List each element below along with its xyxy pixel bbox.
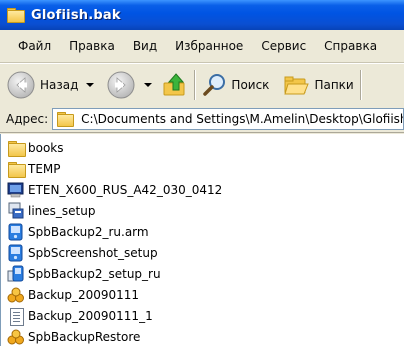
back-label: Назад [40,78,79,92]
file-name: SpbScreenshot_setup [28,246,158,260]
back-button[interactable]: Назад [6,68,95,102]
file-name: books [28,141,64,155]
list-item[interactable]: SpbScreenshot_setup [7,243,158,263]
list-item[interactable]: SpbBackup2_setup_ru [7,264,161,284]
list-item[interactable]: lines_setup [7,201,95,221]
search-button[interactable]: Поиск [202,68,269,102]
list-item[interactable]: TEMP [7,159,61,179]
menu-help[interactable]: Справка [324,39,377,53]
backup-icon [7,328,25,346]
back-arrow-icon [7,71,35,99]
spb-setup-icon [7,265,25,283]
backup-icon [7,286,25,304]
menu-view[interactable]: Вид [133,39,157,53]
installer-icon [7,202,25,220]
chevron-down-icon[interactable] [144,83,153,87]
address-path: C:\Documents and Settings\M.Amelin\Deskt… [81,112,404,126]
menu-edit[interactable]: Правка [69,39,115,53]
folder-icon [7,8,25,23]
menu-bar: Файл Правка Вид Избранное Сервис Справка [0,30,404,63]
list-item[interactable]: SpbBackupRestore [7,327,140,346]
search-icon [203,74,226,96]
list-item[interactable]: Backup_20090111 [7,285,139,305]
folder-icon [7,160,26,178]
file-list: books TEMP ETEN_X600_RUS_A42_030_0412 li… [0,134,404,346]
folder-up-icon [163,73,185,96]
folder-icon [57,111,75,127]
menu-favorites[interactable]: Избранное [175,39,243,53]
toolbar: Назад Поиск Папки [0,63,404,107]
folders-icon [284,76,310,95]
list-item[interactable]: Backup_20090111_1 [7,306,153,326]
address-label: Адрес: [6,112,49,126]
window-title: Glofiish.bak [31,7,121,23]
file-name: SpbBackupRestore [28,330,141,344]
file-name: ETEN_X600_RUS_A42_030_0412 [28,183,223,197]
forward-arrow-icon [107,71,135,99]
address-bar: Адрес: C:\Documents and Settings\M.Ameli… [0,106,404,133]
list-item[interactable]: SpbBackup2_ru.arm [7,222,149,242]
file-name: Backup_20090111_1 [28,309,153,323]
file-name: TEMP [28,162,61,176]
spb-arm-icon [7,223,25,241]
file-name: Backup_20090111 [28,288,140,302]
toolbar-separator [359,70,362,100]
application-icon [7,181,25,199]
list-item[interactable]: ETEN_X600_RUS_A42_030_0412 [7,180,222,200]
file-name: SpbBackup2_setup_ru [28,267,161,281]
title-bar[interactable]: Glofiish.bak [0,0,404,30]
toolbar-separator [194,70,197,100]
menu-tools[interactable]: Сервис [261,39,306,53]
address-input[interactable]: C:\Documents and Settings\M.Amelin\Deskt… [52,108,404,130]
chevron-down-icon[interactable] [86,83,95,87]
folders-button[interactable]: Папки [283,68,354,102]
list-item[interactable]: books [7,138,64,158]
search-label: Поиск [231,78,270,92]
folder-icon [7,139,26,157]
file-name: lines_setup [28,204,96,218]
forward-button[interactable] [106,68,153,102]
document-icon [7,307,25,326]
up-button[interactable] [162,68,188,102]
file-name: SpbBackup2_ru.arm [28,225,149,239]
explorer-window: Glofiish.bak Файл Правка Вид Избранное С… [0,0,404,346]
folders-label: Папки [314,78,354,92]
menu-file[interactable]: Файл [18,39,51,53]
spb-setup-icon [7,244,25,262]
